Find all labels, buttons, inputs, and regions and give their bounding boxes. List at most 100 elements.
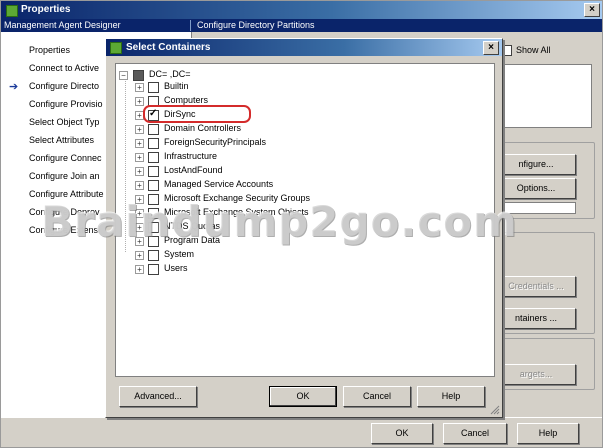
nav-item-configure-connector[interactable]: Configure Connec — [29, 153, 102, 163]
tree-item-domain-controllers[interactable]: + Domain Controllers — [135, 123, 435, 135]
cancel-button[interactable]: Cancel — [443, 423, 507, 444]
tree-item-label: Users — [164, 263, 188, 273]
tree-guide-line — [125, 78, 126, 252]
resize-grip-icon[interactable] — [490, 405, 500, 415]
nav-item-label: Configure Deprov — [29, 207, 100, 217]
tree-item-users[interactable]: + Users — [135, 263, 435, 275]
root-checkbox[interactable] — [133, 70, 144, 81]
container-checkbox[interactable] — [148, 264, 159, 275]
expand-icon[interactable]: + — [135, 167, 144, 176]
options-button[interactable]: Options... — [496, 178, 576, 199]
nav-item-label: Properties — [29, 45, 71, 55]
nav-item-label: Connect to Active — [29, 63, 100, 73]
container-checkbox[interactable] — [148, 124, 159, 135]
containers-button[interactable]: ntainers ... — [496, 308, 576, 329]
advanced-button[interactable]: Advanced... — [119, 386, 197, 407]
tree-item-ntds-quotas[interactable]: + NTDS Quotas — [135, 221, 435, 233]
dialog-cancel-button[interactable]: Cancel — [343, 386, 411, 407]
properties-title: Properties — [21, 4, 71, 15]
dialog-titlebar[interactable]: Select Containers × — [106, 39, 502, 56]
tree-item-label: Domain Controllers — [164, 123, 242, 133]
properties-window: Properties × Management Agent Designer C… — [0, 0, 603, 448]
container-checkbox[interactable] — [148, 208, 159, 219]
tab-management-agent-designer[interactable]: Management Agent Designer — [4, 20, 121, 30]
container-checkbox[interactable] — [148, 236, 159, 247]
app-icon — [6, 5, 18, 17]
tree-item-managed-service-accounts[interactable]: + Managed Service Accounts — [135, 179, 435, 191]
tree-item-exchange-security-groups[interactable]: + Microsoft Exchange Security Groups — [135, 193, 435, 205]
tree-item-exchange-system-objects[interactable]: + Microsoft Exchange System Objects — [135, 207, 435, 219]
ok-button[interactable]: OK — [371, 423, 433, 444]
container-checkbox[interactable] — [148, 194, 159, 205]
tab-configure-directory-partitions[interactable]: Configure Directory Partitions — [197, 20, 315, 30]
partitions-list[interactable] — [494, 64, 592, 128]
expand-icon[interactable]: + — [135, 83, 144, 92]
targets-button[interactable]: argets... — [496, 364, 576, 385]
credentials-button[interactable]: Credentials ... — [496, 276, 576, 297]
configure-button[interactable]: nfigure... — [496, 154, 576, 175]
text-field[interactable] — [496, 202, 576, 214]
dialog-help-button[interactable]: Help — [417, 386, 485, 407]
expand-icon[interactable]: + — [135, 125, 144, 134]
nav-item-configure-attribute[interactable]: Configure Attribute — [29, 189, 104, 199]
container-checkbox[interactable] — [148, 250, 159, 261]
tree-root-label: DC= ,DC= — [149, 69, 191, 79]
nav-item-properties[interactable]: Properties — [29, 45, 70, 55]
tree-item-label: NTDS Quotas — [164, 221, 221, 231]
tree-item-system[interactable]: + System — [135, 249, 435, 261]
dialog-close-button[interactable]: × — [483, 41, 499, 55]
expand-icon[interactable]: + — [135, 251, 144, 260]
tree-item-infrastructure[interactable]: + Infrastructure — [135, 151, 435, 163]
dialog-ok-button[interactable]: OK — [269, 386, 337, 407]
nav-item-label: Configure Extensi — [29, 225, 101, 235]
properties-titlebar[interactable]: Properties × — [1, 1, 602, 19]
nav-item-configure-provisioning[interactable]: Configure Provisio — [29, 99, 103, 109]
header-separator — [190, 20, 191, 31]
tree-item-label: ForeignSecurityPrincipals — [164, 137, 267, 147]
container-checkbox[interactable] — [148, 152, 159, 163]
nav-item-connect[interactable]: Connect to Active — [29, 63, 99, 73]
tree-item-label: Managed Service Accounts — [164, 179, 274, 189]
nav-item-configure-join[interactable]: Configure Join an — [29, 171, 100, 181]
show-all-label: Show All — [516, 45, 551, 55]
container-checkbox[interactable] — [148, 222, 159, 233]
expand-icon[interactable]: + — [135, 97, 144, 106]
container-checkbox[interactable] — [148, 166, 159, 177]
properties-close-button[interactable]: × — [584, 3, 600, 17]
nav-item-select-object-types[interactable]: Select Object Typ — [29, 117, 99, 127]
nav-item-select-attributes[interactable]: Select Attributes — [29, 135, 94, 145]
nav-item-label: Select Object Typ — [29, 117, 100, 127]
expand-icon[interactable]: + — [135, 139, 144, 148]
dialog-title: Select Containers — [126, 42, 211, 53]
nav-item-configure-deprovisioning[interactable]: Configure Deprov — [29, 207, 100, 217]
nav-item-label: Select Attributes — [29, 135, 95, 145]
expand-icon[interactable]: + — [135, 153, 144, 162]
tree-item-builtin[interactable]: + Builtin — [135, 81, 435, 93]
tree-item-label: Infrastructure — [164, 151, 218, 161]
expand-icon[interactable]: + — [135, 223, 144, 232]
expand-icon[interactable]: + — [135, 265, 144, 274]
app-icon — [110, 42, 122, 54]
tree-item-label: Program Data — [164, 235, 221, 245]
expand-icon[interactable]: + — [135, 209, 144, 218]
expand-icon[interactable]: + — [135, 181, 144, 190]
container-checkbox[interactable] — [148, 180, 159, 191]
dirsync-highlight-outline — [143, 105, 251, 123]
help-button[interactable]: Help — [517, 423, 579, 444]
tree-item-label: Computers — [164, 95, 209, 105]
expand-icon[interactable]: + — [135, 195, 144, 204]
container-tree[interactable]: − DC= ,DC= + Builtin + Computers + DirSy… — [115, 63, 495, 377]
nav-item-configure-extensions[interactable]: Configure Extensi — [29, 225, 100, 235]
container-checkbox[interactable] — [148, 138, 159, 149]
tree-root[interactable]: − DC= ,DC= — [119, 69, 319, 81]
container-checkbox[interactable] — [148, 82, 159, 93]
tree-item-lost-and-found[interactable]: + LostAndFound — [135, 165, 435, 177]
nav-item-label: Configure Attribute — [29, 189, 104, 199]
tree-item-program-data[interactable]: + Program Data — [135, 235, 435, 247]
expand-icon[interactable]: + — [135, 237, 144, 246]
collapse-icon[interactable]: − — [119, 71, 128, 80]
current-arrow-icon: ➔ — [9, 81, 19, 93]
header-row: Management Agent Designer Configure Dire… — [1, 19, 602, 32]
nav-item-label: Configure Directo — [29, 81, 100, 91]
tree-item-foreign-security-principals[interactable]: + ForeignSecurityPrincipals — [135, 137, 435, 149]
